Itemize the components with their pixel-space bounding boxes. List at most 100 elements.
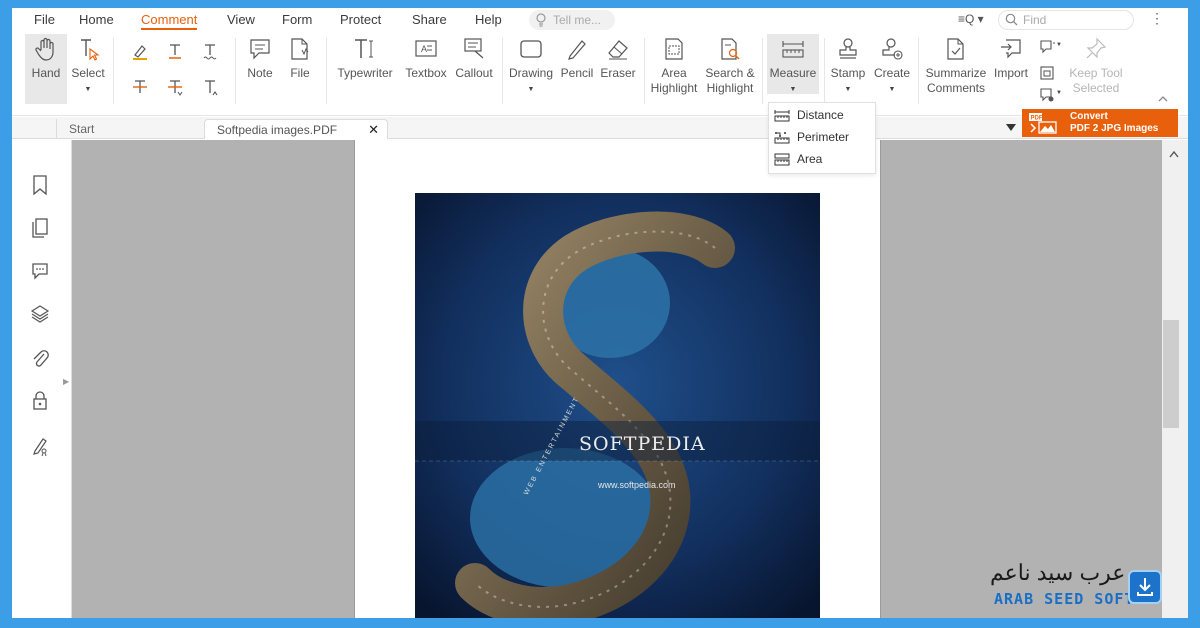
pdf-page: SOFTPEDIA www.softpedia.com WEB ENTERTAI…: [354, 140, 881, 618]
rectangle-shape-icon: [520, 40, 542, 58]
collapse-ribbon-icon[interactable]: [1156, 94, 1170, 104]
select-tool-button[interactable]: Select ▼: [68, 36, 108, 97]
note-button[interactable]: Note: [242, 36, 278, 81]
stamp-button[interactable]: Stamp ▼: [828, 36, 868, 97]
convert-label-line1: Convert: [1070, 111, 1108, 122]
layers-icon[interactable]: [30, 303, 50, 325]
convert-label-line2: PDF 2 JPG Images: [1070, 123, 1159, 134]
export-caret-icon[interactable]: ▼: [1056, 42, 1062, 48]
search-highlight-button[interactable]: Search & Highlight: [702, 36, 758, 96]
export-comments-icon[interactable]: [1038, 38, 1056, 56]
menu-comment[interactable]: Comment: [141, 12, 198, 30]
find-options-icon[interactable]: ≡Q ▾: [958, 12, 984, 26]
keep-tool-label-1: Keep Tool: [1069, 66, 1123, 80]
attachments-icon[interactable]: [30, 347, 50, 369]
ribbon-separator: [326, 38, 327, 104]
pages-thumbnail-icon[interactable]: [30, 217, 50, 239]
stamp-caret-icon: ▼: [844, 86, 852, 93]
highlight-icon[interactable]: [131, 42, 149, 60]
menu-home[interactable]: Home: [79, 12, 114, 27]
keep-tool-selected-button[interactable]: Keep Tool Selected: [1066, 36, 1126, 96]
comment-settings-icon[interactable]: [1038, 86, 1056, 104]
logo-arabic-text: عرب سيد ناعم: [990, 560, 1126, 585]
area-highlight-label-1: Area: [661, 66, 687, 80]
comment-list-icon[interactable]: [1038, 64, 1056, 82]
comments-panel-icon[interactable]: [30, 260, 50, 282]
measure-distance-item[interactable]: Distance: [769, 105, 875, 126]
download-badge-icon: [1128, 570, 1162, 604]
measure-perimeter-item[interactable]: Perimeter: [769, 127, 875, 148]
scrollbar-thumb[interactable]: [1163, 320, 1179, 428]
area-highlight-button[interactable]: Area Highlight: [649, 36, 699, 96]
ribbon-separator: [113, 38, 114, 104]
insert-text-icon[interactable]: [201, 78, 219, 96]
signature-pen-icon[interactable]: [30, 435, 50, 457]
file-label: File: [290, 66, 310, 80]
keep-tool-label-2: Selected: [1072, 81, 1120, 95]
summarize-icon: [947, 38, 964, 60]
area-highlight-label-2: Highlight: [650, 81, 698, 95]
convert-pdf-to-jpg-button[interactable]: PDF Convert PDF 2 JPG Images: [1022, 109, 1178, 137]
hand-tool-button[interactable]: Hand: [25, 34, 67, 104]
area-icon: [774, 153, 790, 166]
menu-help[interactable]: Help: [475, 12, 502, 27]
measure-button[interactable]: Measure ▼: [767, 34, 819, 94]
tab-softpedia-pdf[interactable]: Softpedia images.PDF ✕: [204, 119, 388, 139]
bookmark-icon[interactable]: [30, 174, 50, 196]
callout-button[interactable]: Callout: [454, 36, 494, 81]
search-highlight-label-2: Highlight: [706, 81, 754, 95]
ribbon-separator: [762, 38, 763, 104]
tell-me-placeholder: Tell me...: [553, 13, 602, 27]
tell-me-search[interactable]: Tell me...: [529, 10, 615, 30]
search-document-icon: [721, 38, 740, 60]
security-lock-icon[interactable]: [30, 390, 50, 412]
distance-icon: [774, 110, 790, 122]
measure-caret-icon: ▼: [789, 86, 797, 93]
create-stamp-button[interactable]: Create ▼: [872, 36, 912, 97]
navigation-panel: ▶: [12, 140, 72, 618]
file-attachment-button[interactable]: File: [284, 36, 316, 81]
squiggly-text-icon[interactable]: [201, 42, 219, 60]
island-artwork: [415, 193, 820, 618]
ribbon-separator: [502, 38, 503, 104]
menu-file[interactable]: File: [34, 12, 55, 27]
create-stamp-icon: [882, 38, 903, 60]
drawing-caret-icon: ▼: [527, 86, 535, 93]
callout-label: Callout: [455, 66, 493, 80]
textbox-button[interactable]: A Textbox: [402, 36, 450, 81]
menu-share[interactable]: Share: [412, 12, 447, 27]
typewriter-button[interactable]: Typewriter: [334, 36, 396, 81]
menu-form[interactable]: Form: [282, 12, 312, 27]
tab-list-dropdown-icon[interactable]: [1006, 124, 1016, 131]
vertical-scrollbar[interactable]: [1162, 140, 1188, 618]
import-button[interactable]: Import: [990, 36, 1032, 81]
ribbon-separator: [824, 38, 825, 104]
pdf-editor-window: File Home Comment View Form Protect Shar…: [12, 8, 1188, 618]
find-input[interactable]: Find: [998, 10, 1134, 30]
menu-protect[interactable]: Protect: [340, 12, 381, 27]
comment-settings-caret-icon[interactable]: ▼: [1056, 90, 1062, 96]
measure-label: Measure: [769, 66, 817, 80]
summarize-comments-button[interactable]: Summarize Comments: [924, 36, 988, 96]
typewriter-label: Typewriter: [337, 66, 393, 80]
document-canvas[interactable]: SOFTPEDIA www.softpedia.com WEB ENTERTAI…: [72, 140, 1162, 618]
measure-area-item[interactable]: Area: [769, 149, 875, 170]
scroll-up-arrow-icon[interactable]: [1169, 150, 1179, 158]
drawing-button[interactable]: Drawing ▼: [508, 36, 554, 97]
replace-text-icon[interactable]: [166, 78, 184, 96]
arab-seed-soft-logo: عرب سيد ناعم ARAB SEED SOFT: [986, 560, 1176, 616]
underline-text-icon[interactable]: [166, 42, 184, 60]
distance-label: Distance: [797, 108, 844, 122]
menu-bar: File Home Comment View Form Protect Shar…: [12, 8, 1188, 32]
more-options-icon[interactable]: ⋮: [1150, 10, 1164, 27]
strikeout-text-icon[interactable]: [131, 78, 149, 96]
ruler-measure-icon: [782, 41, 804, 58]
tab-start[interactable]: Start: [56, 119, 196, 139]
pencil-button[interactable]: Pencil: [560, 36, 594, 81]
eraser-label: Eraser: [600, 66, 636, 80]
expand-panel-icon[interactable]: ▶: [63, 377, 69, 386]
eraser-button[interactable]: Eraser: [599, 36, 637, 81]
menu-view[interactable]: View: [227, 12, 255, 27]
summarize-label-2: Comments: [926, 81, 985, 95]
close-tab-icon[interactable]: ✕: [368, 120, 379, 140]
